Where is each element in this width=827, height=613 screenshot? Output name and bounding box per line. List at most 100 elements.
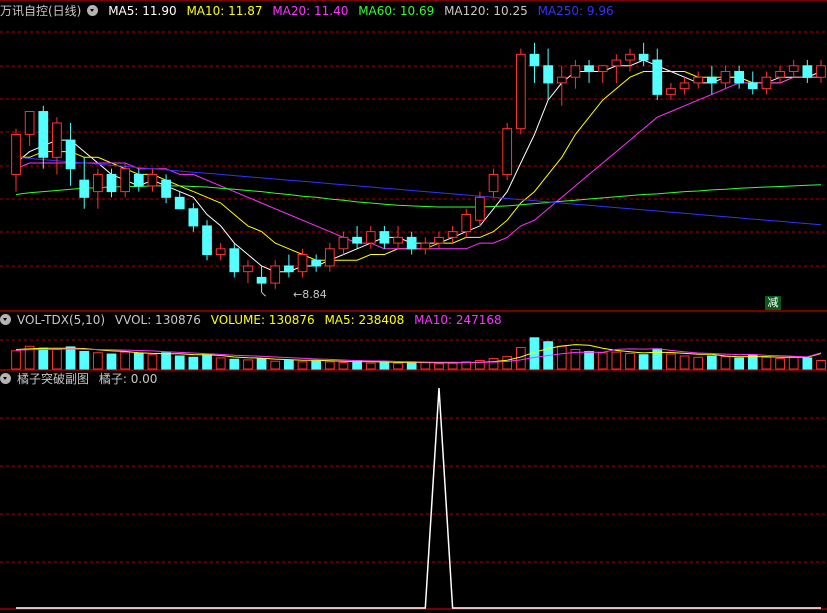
volume-bar <box>488 358 499 370</box>
volume-bar <box>38 347 49 370</box>
volume-bar <box>447 362 458 370</box>
volume-bar <box>79 350 90 370</box>
price-indicator-ma120: MA120: 10.25 <box>444 4 528 18</box>
volume-bar <box>761 356 772 370</box>
chevron-down-icon[interactable] <box>87 5 99 16</box>
candle-body <box>352 236 362 244</box>
candle-body <box>625 53 635 61</box>
candle-body <box>147 173 158 187</box>
signal-line <box>16 387 821 609</box>
candle-body <box>106 173 117 193</box>
candle <box>502 122 513 181</box>
candle-body <box>434 236 444 244</box>
volume-bar <box>202 354 212 370</box>
candle-body <box>488 173 499 193</box>
volume-bar <box>147 354 158 370</box>
candle <box>638 42 649 66</box>
volume-bar <box>120 351 131 370</box>
candle <box>611 54 622 83</box>
volume-bar <box>311 360 322 370</box>
candle <box>270 260 281 289</box>
volume-bar <box>666 353 676 370</box>
volume-bar <box>284 360 294 370</box>
volume-bar <box>379 362 390 370</box>
volume-bar <box>720 356 731 370</box>
candle <box>365 225 376 249</box>
volume-bar <box>106 353 117 370</box>
candle <box>734 65 745 89</box>
candle-body <box>706 76 717 84</box>
candle <box>529 42 540 83</box>
reduce-badge[interactable]: 减 <box>765 296 781 310</box>
signal-series-juzi <box>16 387 821 609</box>
chevron-down-icon[interactable] <box>0 314 11 325</box>
price-series-ma60 <box>15 184 822 208</box>
candle-body <box>338 236 349 250</box>
candle-body <box>297 254 308 273</box>
candle <box>174 191 185 210</box>
volume-bar <box>174 355 185 370</box>
candle-body <box>502 128 513 175</box>
volume-bar <box>597 352 608 370</box>
volume-bar <box>434 363 444 370</box>
candle <box>706 65 717 95</box>
candle <box>625 48 635 72</box>
low-price-value: 8.84 <box>302 288 327 301</box>
candle-body <box>379 231 390 244</box>
volume-indicator-vvol: VVOL: 130876 <box>114 313 201 327</box>
candle-body <box>133 173 144 187</box>
candle-body <box>270 265 281 284</box>
candle-body <box>652 59 663 95</box>
candle <box>393 225 403 249</box>
candle <box>584 60 594 83</box>
candle <box>188 203 199 232</box>
candle <box>693 71 704 89</box>
candle <box>488 168 499 198</box>
candle <box>434 231 444 249</box>
volume-bar <box>775 358 785 370</box>
candle-body <box>52 122 62 158</box>
candle-body <box>243 265 253 273</box>
candle-body <box>693 76 704 84</box>
candle <box>352 225 362 249</box>
candle <box>311 254 322 272</box>
candle-body <box>38 111 49 158</box>
volume-bar <box>65 346 76 370</box>
candle-body <box>679 82 690 90</box>
candle-body <box>447 231 458 238</box>
volume-bar <box>747 354 758 370</box>
candle-body <box>11 133 21 175</box>
candle-body <box>597 65 608 72</box>
candle-body <box>420 242 431 250</box>
volume-bar <box>502 356 513 370</box>
candle <box>256 265 267 293</box>
candle <box>788 60 799 78</box>
candle-body <box>24 111 35 135</box>
candle <box>720 65 731 89</box>
candle <box>215 243 226 261</box>
candle-body <box>161 179 171 198</box>
volume-bar <box>133 352 144 370</box>
candle-body <box>188 208 199 227</box>
volume-bar <box>679 355 690 370</box>
price-header: 万讯自控(日线) MA5: 11.90 MA10: 11.87 MA20: 11… <box>0 2 620 20</box>
candle <box>379 225 390 249</box>
candle <box>597 65 608 83</box>
volume-bar <box>92 352 103 370</box>
price-series-ma20 <box>15 76 821 250</box>
signal-title: 橘子突破副图 <box>17 372 90 386</box>
chevron-down-icon[interactable] <box>0 373 11 384</box>
volume-bar <box>338 362 349 370</box>
candle <box>761 71 772 95</box>
volume-header: VOL-TDX(5,10) VVOL: 130876 VOLUME: 13087… <box>0 311 508 329</box>
candle <box>420 237 431 255</box>
price-indicator-ma5: MA5: 11.90 <box>108 4 177 18</box>
candle <box>747 71 758 95</box>
volume-bar <box>243 359 253 370</box>
candle-body <box>365 231 376 244</box>
price-series-ma10 <box>16 71 821 261</box>
candle-body <box>202 225 212 256</box>
candle <box>106 168 117 198</box>
volume-bar <box>270 360 281 370</box>
price-indicator-ma10: MA10: 11.87 <box>186 4 263 18</box>
